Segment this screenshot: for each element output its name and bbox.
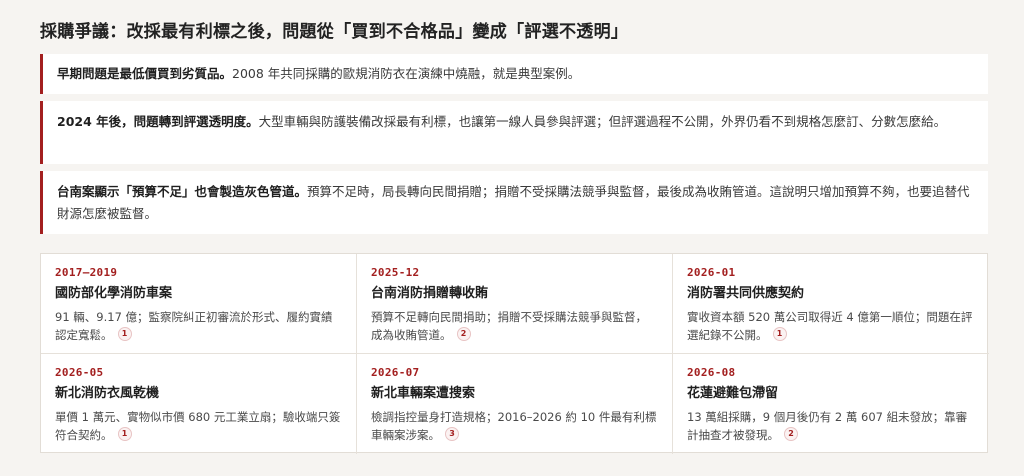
case-description: 預算不足轉向民間捐助；捐贈不受採購法競爭與監督，成為收賄管道。 2	[371, 310, 647, 342]
case-timeline-grid: 2017–2019 國防部化學消防車案 91 輛、9.17 億；監察院糾正初審流…	[40, 253, 989, 454]
callout-lead: 2024 年後，問題轉到評選透明度。	[57, 114, 259, 129]
callout-transparency: 2024 年後，問題轉到評選透明度。大型車輛與防護裝備改採最有利標，也讓第一線人…	[40, 101, 988, 164]
case-title: 新北消防衣風乾機	[55, 386, 160, 401]
page-title: 採購爭議：改採最有利標之後，問題從「買到不合格品」變成「評選不透明」	[40, 22, 629, 42]
case-title: 台南消防捐贈轉收賄	[371, 286, 489, 301]
callout-text: 2008 年共同採購的歐規消防衣在演練中燒融，就是典型案例。	[232, 66, 581, 81]
case-date: 2026-07	[371, 366, 420, 379]
case-title: 花蓮避難包滯留	[687, 386, 779, 401]
footnote-ref[interactable]: 3	[445, 427, 459, 441]
case-card: 2025-12 台南消防捐贈轉收賄 預算不足轉向民間捐助；捐贈不受採購法競爭與監…	[357, 254, 673, 354]
case-description: 13 萬組採購，9 個月後仍有 2 萬 607 組未發放；靠審計抽查才被發現。 2	[687, 410, 968, 442]
case-card: 2026-08 花蓮避難包滯留 13 萬組採購，9 個月後仍有 2 萬 607 …	[673, 354, 989, 454]
callout-lead: 早期問題是最低價買到劣質品。	[57, 66, 233, 81]
case-description: 檢調指控量身打造規格；2016–2026 約 10 件最有利標車輛案涉案。 3	[371, 410, 657, 442]
case-card: 2017–2019 國防部化學消防車案 91 輛、9.17 億；監察院糾正初審流…	[41, 254, 357, 354]
case-date: 2026-01	[687, 266, 736, 279]
case-title: 消防署共同供應契約	[687, 286, 805, 301]
footnote-ref[interactable]: 1	[117, 427, 132, 441]
case-date: 2025-12	[371, 266, 420, 279]
case-description: 實收資本額 520 萬公司取得近 4 億第一順位；問題在評選紀錄不公開。 1	[687, 310, 973, 342]
case-card: 2026-07 新北車輛案遭搜索 檢調指控量身打造規格；2016–2026 約 …	[357, 354, 673, 454]
footnote-ref[interactable]: 2	[784, 427, 798, 441]
case-card: 2026-01 消防署共同供應契約 實收資本額 520 萬公司取得近 4 億第一…	[673, 254, 989, 354]
case-title: 國防部化學消防車案	[55, 286, 173, 301]
page: 採購爭議：改採最有利標之後，問題從「買到不合格品」變成「評選不透明」 早期問題是…	[0, 0, 1024, 476]
case-description: 91 輛、9.17 億；監察院糾正初審流於形式、履約實績認定寬鬆。 1	[55, 310, 333, 342]
case-date: 2026-08	[687, 366, 736, 379]
callout-text: 大型車輛與防護裝備改採最有利標，也讓第一線人員參與評選；但評選過程不公開，外界仍…	[258, 114, 947, 129]
footnote-ref[interactable]: 1	[772, 327, 787, 341]
callout-lead: 台南案顯示「預算不足」也會製造灰色管道。	[57, 184, 308, 199]
case-date: 2026-05	[55, 366, 104, 379]
footnote-ref[interactable]: 1	[117, 327, 132, 341]
case-card: 2026-05 新北消防衣風乾機 單價 1 萬元、實物似市價 680 元工業立扇…	[41, 354, 357, 454]
callout-early-problem: 早期問題是最低價買到劣質品。2008 年共同採購的歐規消防衣在演練中燒融，就是典…	[40, 54, 988, 94]
footnote-ref[interactable]: 2	[456, 327, 471, 341]
case-description: 單價 1 萬元、實物似市價 680 元工業立扇；驗收端只簽符合契約。 1	[55, 410, 341, 442]
case-date: 2017–2019	[55, 266, 118, 279]
callout-tainan-case: 台南案顯示「預算不足」也會製造灰色管道。預算不足時，局長轉向民間捐贈；捐贈不受採…	[40, 171, 988, 234]
case-title: 新北車輛案遭搜索	[371, 386, 476, 401]
